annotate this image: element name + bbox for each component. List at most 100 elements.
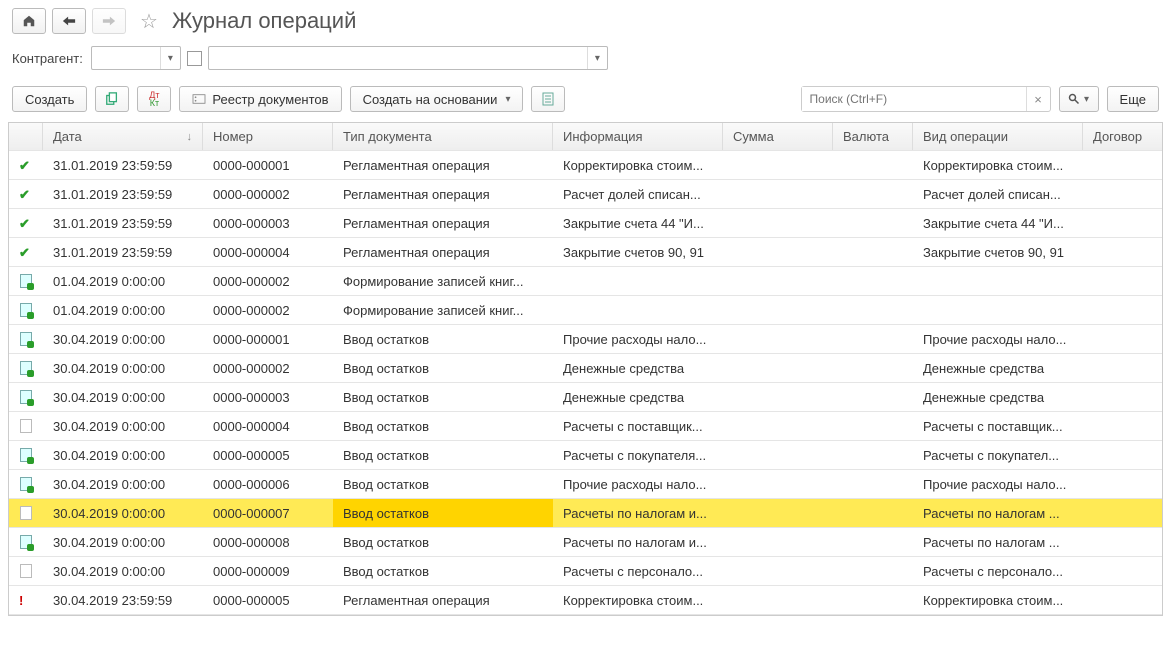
table-row[interactable]: 30.04.2019 0:00:000000-000005Ввод остатк… xyxy=(9,441,1162,470)
cell-doctype: Регламентная операция xyxy=(333,238,553,266)
cell-doctype: Регламентная операция xyxy=(333,180,553,208)
cell-date: 30.04.2019 0:00:00 xyxy=(43,470,203,498)
cell-optype: Расчет долей списан... xyxy=(913,180,1083,208)
table-row[interactable]: ✔31.01.2019 23:59:590000-000004Регламент… xyxy=(9,238,1162,267)
search-dropdown-button[interactable]: ▾ xyxy=(1059,86,1099,112)
cell-info xyxy=(553,296,723,324)
table-row[interactable]: 30.04.2019 0:00:000000-000004Ввод остатк… xyxy=(9,412,1162,441)
cell-info: Расчет долей списан... xyxy=(553,180,723,208)
cell-contract xyxy=(1083,180,1162,208)
cell-number: 0000-000008 xyxy=(203,528,333,556)
col-contract[interactable]: Договор xyxy=(1083,123,1162,150)
copy-button[interactable] xyxy=(95,86,129,112)
col-optype[interactable]: Вид операции xyxy=(913,123,1083,150)
table-row[interactable]: 30.04.2019 0:00:000000-000008Ввод остатк… xyxy=(9,528,1162,557)
check-icon: ✔ xyxy=(19,216,33,230)
dtkt-button[interactable]: ДтКт xyxy=(137,86,171,112)
document-posted-icon xyxy=(20,303,32,317)
cell-optype: Закрытие счета 44 "И... xyxy=(913,209,1083,237)
col-sum[interactable]: Сумма xyxy=(723,123,833,150)
table-row[interactable]: 30.04.2019 0:00:000000-000002Ввод остатк… xyxy=(9,354,1162,383)
contragent-select[interactable]: ▾ xyxy=(91,46,181,70)
page-title: Журнал операций xyxy=(172,8,356,34)
col-date[interactable]: Дата↓ xyxy=(43,123,203,150)
document-posted-icon xyxy=(20,361,32,375)
cell-info: Закрытие счетов 90, 91 xyxy=(553,238,723,266)
chevron-down-icon: ▾ xyxy=(587,47,607,69)
cell-sum xyxy=(723,441,833,469)
home-button[interactable] xyxy=(12,8,46,34)
document-icon xyxy=(20,564,32,578)
cell-sum xyxy=(723,354,833,382)
operations-table: Дата↓ Номер Тип документа Информация Сум… xyxy=(8,122,1163,616)
cell-optype: Корректировка стоим... xyxy=(913,151,1083,179)
check-icon: ✔ xyxy=(19,158,33,172)
table-row[interactable]: 30.04.2019 0:00:000000-000003Ввод остатк… xyxy=(9,383,1162,412)
back-button[interactable] xyxy=(52,8,86,34)
cell-currency xyxy=(833,354,913,382)
table-row[interactable]: 30.04.2019 0:00:000000-000001Ввод остатк… xyxy=(9,325,1162,354)
create-based-button[interactable]: Создать на основании ▾ xyxy=(350,86,524,112)
cell-date: 30.04.2019 0:00:00 xyxy=(43,325,203,353)
cell-currency xyxy=(833,151,913,179)
cell-contract xyxy=(1083,238,1162,266)
col-number[interactable]: Номер xyxy=(203,123,333,150)
table-row[interactable]: ✔31.01.2019 23:59:590000-000002Регламент… xyxy=(9,180,1162,209)
cell-info: Расчеты с поставщик... xyxy=(553,412,723,440)
cell-currency xyxy=(833,412,913,440)
table-row[interactable]: ✔31.01.2019 23:59:590000-000001Регламент… xyxy=(9,151,1162,180)
col-currency[interactable]: Валюта xyxy=(833,123,913,150)
cell-currency xyxy=(833,557,913,585)
col-info[interactable]: Информация xyxy=(553,123,723,150)
cell-date: 30.04.2019 23:59:59 xyxy=(43,586,203,614)
cell-contract xyxy=(1083,441,1162,469)
create-based-label: Создать на основании xyxy=(363,92,498,107)
table-row[interactable]: !30.04.2019 23:59:590000-000005Регламент… xyxy=(9,586,1162,615)
cell-number: 0000-000009 xyxy=(203,557,333,585)
col-doctype[interactable]: Тип документа xyxy=(333,123,553,150)
cell-doctype: Ввод остатков xyxy=(333,412,553,440)
registry-button[interactable]: Реестр документов xyxy=(179,86,341,112)
cell-doctype: Ввод остатков xyxy=(333,383,553,411)
cell-date: 30.04.2019 0:00:00 xyxy=(43,412,203,440)
cell-optype: Расчеты с поставщик... xyxy=(913,412,1083,440)
filter-checkbox[interactable] xyxy=(187,51,202,66)
cell-number: 0000-000002 xyxy=(203,354,333,382)
document-posted-icon xyxy=(20,448,32,462)
more-button[interactable]: Еще xyxy=(1107,86,1159,112)
report-button[interactable] xyxy=(531,86,565,112)
table-row[interactable]: 01.04.2019 0:00:000000-000002Формировани… xyxy=(9,267,1162,296)
create-button[interactable]: Создать xyxy=(12,86,87,112)
contragent-value-select[interactable]: ▾ xyxy=(208,46,608,70)
cell-doctype: Регламентная операция xyxy=(333,586,553,614)
cell-optype: Денежные средства xyxy=(913,383,1083,411)
cell-number: 0000-000005 xyxy=(203,441,333,469)
cell-currency xyxy=(833,180,913,208)
col-icon[interactable] xyxy=(9,123,43,150)
cell-doctype: Регламентная операция xyxy=(333,151,553,179)
forward-button[interactable] xyxy=(92,8,126,34)
search-input[interactable] xyxy=(802,87,1026,111)
document-posted-icon xyxy=(20,477,32,491)
cell-optype: Расчеты по налогам ... xyxy=(913,499,1083,527)
search-clear-button[interactable]: × xyxy=(1026,87,1050,111)
cell-doctype: Формирование записей книг... xyxy=(333,296,553,324)
cell-doctype: Ввод остатков xyxy=(333,354,553,382)
cell-contract xyxy=(1083,586,1162,614)
table-row[interactable]: 30.04.2019 0:00:000000-000009Ввод остатк… xyxy=(9,557,1162,586)
cell-info: Расчеты с персонало... xyxy=(553,557,723,585)
table-row[interactable]: ✔31.01.2019 23:59:590000-000003Регламент… xyxy=(9,209,1162,238)
document-posted-icon xyxy=(20,274,32,288)
cell-date: 30.04.2019 0:00:00 xyxy=(43,499,203,527)
table-row[interactable]: 30.04.2019 0:00:000000-000006Ввод остатк… xyxy=(9,470,1162,499)
cell-contract xyxy=(1083,528,1162,556)
table-row[interactable]: 30.04.2019 0:00:000000-000007Ввод остатк… xyxy=(9,499,1162,528)
document-icon xyxy=(20,506,32,520)
cell-optype: Расчеты с покупател... xyxy=(913,441,1083,469)
document-posted-icon xyxy=(20,390,32,404)
cell-info: Расчеты по налогам и... xyxy=(553,499,723,527)
cell-number: 0000-000002 xyxy=(203,180,333,208)
table-row[interactable]: 01.04.2019 0:00:000000-000002Формировани… xyxy=(9,296,1162,325)
cell-contract xyxy=(1083,151,1162,179)
favorite-icon[interactable]: ☆ xyxy=(140,9,158,34)
